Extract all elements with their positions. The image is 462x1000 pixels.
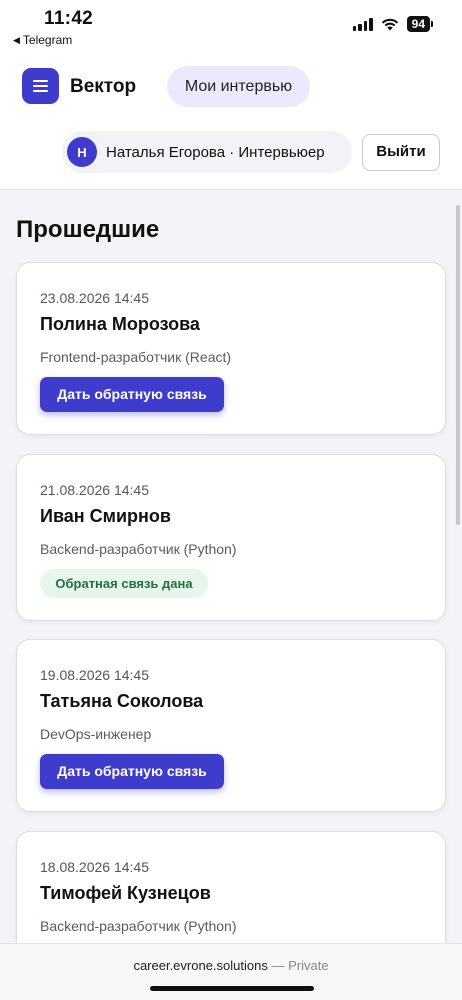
status-indicators: 94 [352, 16, 434, 32]
home-indicator[interactable] [150, 986, 314, 991]
interview-date: 19.08.2026 14:45 [40, 667, 149, 683]
status-bar: 11:42 ◀ Telegram 94 [0, 0, 462, 54]
interview-date: 18.08.2026 14:45 [40, 859, 149, 875]
interview-card: 21.08.2026 14:45 Иван Смирнов Backend-ра… [16, 454, 446, 621]
url-text: career.evrone.solutions — Private [0, 958, 462, 973]
give-feedback-button[interactable]: Дать обратную связь [40, 754, 224, 789]
scrollbar[interactable] [456, 205, 460, 525]
interview-card: 23.08.2026 14:45 Полина Морозова Fronten… [16, 262, 446, 435]
nav-my-interviews[interactable]: Мои интервью [167, 66, 310, 107]
candidate-role: DevOps-инженер [40, 726, 152, 742]
wifi-icon [381, 18, 398, 31]
candidate-role: Backend-разработчик (Python) [40, 918, 237, 934]
feedback-given-badge: Обратная связь дана [40, 569, 208, 598]
avatar: Н [67, 137, 97, 167]
url-privacy: — Private [271, 958, 329, 973]
user-name: Наталья Егорова · Интервьюер [106, 143, 325, 161]
interview-date: 21.08.2026 14:45 [40, 482, 149, 498]
back-to-app-link[interactable]: ◀ Telegram [13, 33, 72, 47]
interview-date: 23.08.2026 14:45 [40, 290, 149, 306]
user-chip: Н Наталья Егорова · Интервьюер [62, 131, 352, 173]
url-domain: career.evrone.solutions [133, 958, 268, 973]
candidate-role: Frontend-разработчик (React) [40, 349, 232, 365]
status-time: 11:42 [44, 8, 94, 29]
browser-url-bar[interactable]: career.evrone.solutions — Private [0, 943, 462, 1000]
hamburger-menu-icon[interactable] [22, 68, 59, 104]
candidate-name: Татьяна Соколова [40, 691, 204, 711]
logout-button[interactable]: Выйти [362, 134, 440, 171]
back-app-label: Telegram [22, 33, 73, 47]
brand-title: Вектор [70, 76, 137, 97]
cellular-signal-icon [352, 17, 373, 31]
candidate-name: Полина Морозова [40, 314, 200, 334]
section-title: Прошедшие [16, 216, 160, 243]
candidate-name: Иван Смирнов [40, 506, 171, 526]
app-header: Вектор Мои интервью Н Наталья Егорова · … [0, 54, 462, 190]
interview-card: 19.08.2026 14:45 Татьяна Соколова DevOps… [16, 639, 446, 812]
back-triangle-icon: ◀ [13, 34, 20, 45]
give-feedback-button[interactable]: Дать обратную связь [40, 377, 224, 412]
candidate-name: Тимофей Кузнецов [40, 883, 211, 903]
battery-indicator: 94 [406, 16, 434, 32]
candidate-role: Backend-разработчик (Python) [40, 541, 237, 557]
